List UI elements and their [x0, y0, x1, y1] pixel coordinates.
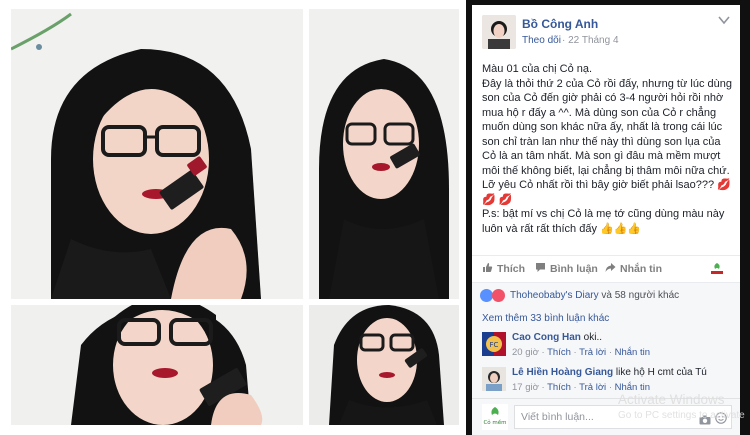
post-line: Màu 01 của chị Cỏ nạ. — [482, 63, 593, 75]
love-reaction-icon — [492, 289, 505, 302]
post-line: son của Cỏ đến giờ phải có 3-4 người hỏi… — [482, 92, 724, 104]
like-label: Thích — [497, 263, 525, 275]
photo-bottom-left[interactable] — [11, 305, 303, 425]
page-logo-icon[interactable] — [708, 262, 726, 276]
meta-separator: · — [541, 382, 545, 393]
comment-placeholder: Viết bình luận... — [521, 411, 594, 423]
post-panel: Bồ Công Anh Theo dõi · 22 Tháng 4 Màu 01… — [472, 5, 740, 435]
thumbs-up-emoji: 👍👍👍 — [600, 222, 642, 235]
brand-text: Cỏ mềm — [483, 418, 506, 426]
post-date[interactable]: · 22 Tháng 4 — [562, 35, 619, 46]
activate-windows-watermark: Activate Windows Go to PC settings to ac… — [618, 392, 745, 424]
comment-time[interactable]: 17 giờ — [512, 382, 539, 393]
girl-lipstick-photo — [309, 9, 459, 299]
kiss-emoji: 💋 — [482, 193, 496, 206]
post-line: muốn dùng son khác nữa ấy, nhất là trong… — [482, 121, 723, 133]
comment-like-link[interactable]: Thích — [547, 347, 571, 358]
post-line: mua hộ r đấy a ^^. Mà dùng son của Cỏ r … — [482, 106, 717, 119]
chevron-down-icon[interactable] — [718, 15, 730, 25]
kiss-emoji: 💋 — [717, 179, 731, 191]
commenter-name[interactable]: Cao Cong Han oki.. — [512, 332, 602, 343]
post-line: Lỡ yêu Cỏ nhất rồi thì bây giờ biết phải… — [482, 178, 734, 193]
meta-separator: · — [573, 347, 577, 358]
commenter-name-text[interactable]: Lê Hiền Hoàng Giang — [512, 367, 613, 378]
girl-lipstick-photo — [309, 305, 459, 425]
author-avatar[interactable] — [482, 15, 516, 49]
post-line-text: Lỡ yêu Cỏ nhất rồi thì bây giờ biết phải… — [482, 179, 715, 191]
comment-text: like hộ H cmt của Tú — [613, 367, 707, 378]
comment-button[interactable]: Bình luận — [535, 262, 598, 275]
meta-separator: · — [541, 347, 545, 358]
follow-link[interactable]: Theo dõi — [522, 35, 561, 46]
watermark-title: Activate Windows — [618, 392, 725, 407]
photo-bottom-right[interactable] — [309, 305, 459, 425]
post-line-text: luôn và rất rất thích đấy — [482, 222, 597, 235]
message-label: Nhắn tin — [620, 263, 662, 275]
comment-label: Bình luận — [550, 263, 598, 275]
post-line: Cỏ là an tâm nhất. Mà son gì đâu mà mềm … — [482, 150, 721, 162]
reactions-rest: và 58 người khác — [598, 290, 680, 301]
share-icon — [605, 262, 616, 273]
comment-item: FC Cao Cong Han oki.. 20 giờ · Thích · T… — [472, 330, 740, 362]
commenter-avatar[interactable] — [482, 367, 506, 391]
comment-message-link[interactable]: Nhắn tin — [615, 347, 650, 358]
post-line: môi thế không biết, lại chẳng bị thâm mô… — [482, 164, 730, 177]
girl-lipstick-photo — [11, 9, 303, 299]
like-button[interactable]: Thích — [482, 262, 525, 275]
screenshot-frame: Bồ Công Anh Theo dõi · 22 Tháng 4 Màu 01… — [0, 0, 750, 435]
post-header: Bồ Công Anh Theo dõi · 22 Tháng 4 — [472, 5, 740, 55]
photo-main[interactable] — [11, 9, 303, 299]
view-more-comments-link[interactable]: Xem thêm 33 bình luận khác — [482, 313, 609, 324]
comment-reply-link[interactable]: Trả lời — [579, 382, 606, 393]
comments-section: Xem thêm 33 bình luận khác FC Cao Cong H… — [472, 308, 740, 398]
commenter-name-text[interactable]: Cao Cong Han — [512, 332, 581, 343]
comment-meta: 20 giờ · Thích · Trả lời · Nhắn tin — [512, 347, 650, 358]
svg-text:FC: FC — [490, 341, 499, 349]
post-line: luôn và rất rất thích đấy 👍👍👍 — [482, 222, 734, 237]
photo-side-top[interactable] — [309, 9, 459, 299]
post-actions: Thích Bình luận Nhắn tin — [472, 255, 740, 281]
reactions-text[interactable]: Thoheobaby's Diary và 58 người khác — [510, 290, 679, 301]
commenter-avatar[interactable]: FC — [482, 332, 506, 356]
post-line: son chỉ tràn lan như thế này thì dùng so… — [482, 135, 721, 148]
avatar-image — [482, 15, 516, 49]
watermark-subtitle: Go to PC settings to activate — [618, 410, 745, 421]
post-line: Đây là thỏi thứ 2 của Cỏ rồi đấy, nhưng … — [482, 77, 732, 90]
like-icon — [482, 262, 493, 273]
comment-reply-link[interactable]: Trả lời — [579, 347, 606, 358]
post-line: 💋 💋 — [482, 193, 734, 208]
commenter-name[interactable]: Lê Hiền Hoàng Giang like hộ H cmt của Tú — [512, 367, 707, 378]
meta-separator: · — [608, 347, 612, 358]
meta-separator: · — [573, 382, 577, 393]
comment-like-link[interactable]: Thích — [547, 382, 571, 393]
post-line: P.s: bật mí vs chị Cỏ là mẹ tớ cũng dùng… — [482, 208, 725, 220]
photo-collage — [0, 0, 466, 435]
reactions-bar[interactable]: Thoheobaby's Diary và 58 người khác — [472, 282, 740, 308]
comment-text: oki.. — [580, 332, 603, 343]
page-avatar[interactable]: Cỏ mềm — [482, 404, 508, 430]
author-name[interactable]: Bồ Công Anh — [522, 17, 598, 31]
reactions-names[interactable]: Thoheobaby's Diary — [510, 290, 599, 301]
girl-lipstick-photo — [11, 305, 303, 425]
kiss-emoji: 💋 — [498, 193, 513, 206]
post-body: Màu 01 của chị Cỏ nạ. Đây là thỏi thứ 2 … — [482, 62, 734, 236]
comment-icon — [535, 262, 546, 273]
meta-separator: · — [608, 382, 612, 393]
comment-time[interactable]: 20 giờ — [512, 347, 539, 358]
message-button[interactable]: Nhắn tin — [605, 262, 662, 275]
